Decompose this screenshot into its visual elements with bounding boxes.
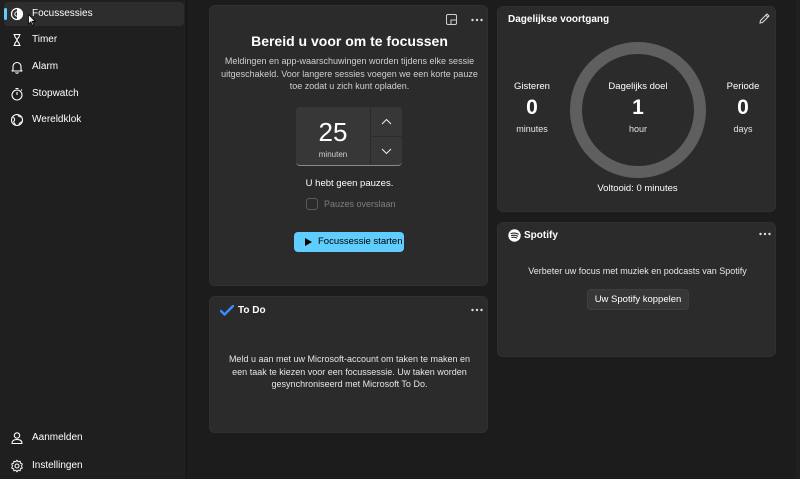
streak-unit: days	[733, 124, 753, 134]
link-spotify-button[interactable]: Uw Spotify koppelen	[587, 289, 689, 310]
more-options-icon[interactable]	[470, 17, 484, 23]
yesterday-stat: Gisteren 0 minutes	[502, 81, 562, 135]
sidebar-item-stopwatch[interactable]: Stopwatch	[4, 82, 184, 106]
sidebar-item-settings[interactable]: Instellingen	[4, 454, 184, 478]
focus-session-card: Bereid u voor om te focussen Meldingen e…	[209, 5, 488, 286]
chevron-up-icon	[381, 118, 392, 125]
daily-goal-value: 1	[632, 96, 644, 119]
yesterday-label: Gisteren	[514, 81, 550, 92]
todo-title: To Do	[238, 305, 266, 316]
sidebar-item-alarm[interactable]: Alarm	[4, 55, 184, 79]
decrease-duration-button[interactable]	[371, 137, 402, 166]
selection-indicator	[4, 8, 7, 20]
spotify-card: Spotify Verbeter uw focus met muziek en …	[497, 222, 776, 357]
progress-title: Dagelijkse voortgang	[508, 14, 610, 25]
sidebar-item-label: Focussessies	[32, 8, 93, 19]
spotify-message: Verbeter uw focus met muziek en podcasts…	[528, 266, 747, 276]
spotify-brand: Spotify	[524, 230, 558, 241]
duration-unit: minuten	[318, 150, 348, 159]
yesterday-value: 0	[526, 96, 538, 119]
mini-mode-icon[interactable]	[446, 14, 457, 25]
sidebar-item-label: Instellingen	[32, 460, 83, 471]
todo-card: To Do Meld u aan met uw Microsoft-accoun…	[209, 296, 488, 433]
sidebar-item-label: Wereldklok	[32, 114, 82, 125]
spotify-logo-icon	[508, 229, 521, 242]
start-button-label: Focussessie starten	[318, 236, 403, 247]
sidebar-item-label: Timer	[32, 34, 58, 45]
chevron-down-icon	[381, 148, 392, 155]
gear-icon	[10, 459, 24, 473]
streak-stat: Periode 0 days	[713, 81, 773, 135]
more-options-icon[interactable]	[470, 307, 484, 313]
mouse-cursor-icon	[28, 14, 36, 26]
more-options-icon[interactable]	[758, 231, 772, 237]
streak-value: 0	[737, 96, 749, 119]
sidebar-item-sign-in[interactable]: Aanmelden	[4, 426, 184, 450]
increase-duration-button[interactable]	[371, 107, 402, 136]
stopwatch-icon	[10, 87, 24, 101]
globe-icon	[10, 113, 24, 127]
sidebar-item-label: Alarm	[32, 61, 59, 72]
hourglass-icon	[10, 33, 24, 47]
sidebar-item-timer[interactable]: Timer	[4, 28, 184, 52]
skip-breaks-checkbox[interactable]	[306, 198, 318, 210]
daily-progress-card: Dagelijkse voortgang Gisteren 0 minutes …	[497, 6, 776, 212]
duration-value[interactable]: 25	[296, 117, 370, 147]
daily-goal-unit: hour	[628, 124, 647, 134]
todo-signin-message: Meld u aan met uw Microsoft-account om t…	[228, 354, 471, 389]
sidebar: Focussessies Timer Alarm Stopwatch Werel…	[0, 0, 187, 479]
edit-icon[interactable]	[759, 13, 770, 24]
streak-label: Periode	[726, 81, 760, 92]
daily-goal-stat[interactable]: Dagelijks doel 1 hour	[603, 81, 673, 135]
person-icon	[10, 431, 24, 445]
bell-icon	[10, 60, 24, 74]
sidebar-item-world-clock[interactable]: Wereldklok	[4, 108, 184, 132]
skip-breaks-label: Pauzes overslaan	[324, 199, 396, 209]
focus-icon	[10, 7, 24, 21]
duration-stepper: 25 minuten	[296, 107, 402, 166]
completed-text: Voltooid: 0 minutes	[597, 183, 678, 194]
sidebar-item-label: Aanmelden	[32, 432, 83, 443]
window-edge	[796, 0, 800, 479]
focus-title: Bereid u voor om te focussen	[251, 33, 448, 49]
daily-goal-label: Dagelijks doel	[608, 81, 668, 92]
todo-logo-icon	[220, 305, 234, 316]
yesterday-unit: minutes	[516, 124, 548, 134]
focus-description: Meldingen en app-waarschuwingen worden t…	[221, 56, 478, 91]
play-icon	[305, 238, 312, 246]
start-focus-session-button[interactable]: Focussessie starten	[294, 232, 404, 252]
breaks-info: U hebt geen pauzes.	[305, 178, 394, 189]
sidebar-item-label: Stopwatch	[32, 88, 79, 99]
